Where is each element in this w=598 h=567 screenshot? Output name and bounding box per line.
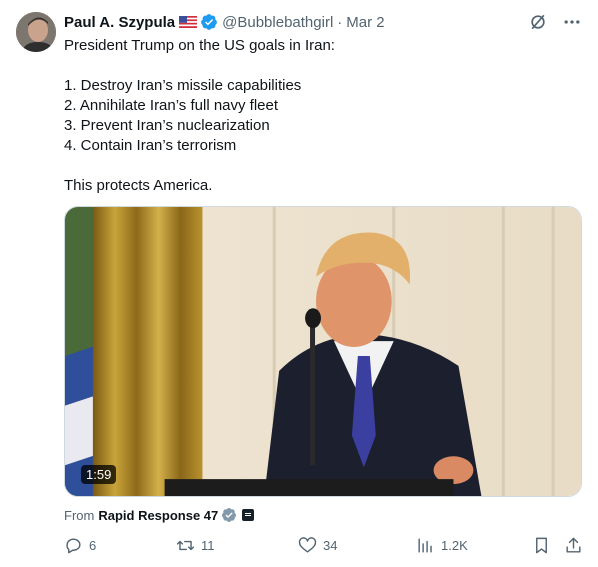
- verified-badge-icon: [222, 508, 237, 522]
- video-player[interactable]: 1:59: [64, 206, 582, 497]
- tweet-line: This protects America.: [64, 177, 213, 194]
- like-button[interactable]: 34: [298, 534, 337, 556]
- source-name[interactable]: Rapid Response 47: [98, 508, 218, 523]
- tweet-line: 3. Prevent Iran’s nuclearization: [64, 117, 270, 134]
- tweet-header: Paul A. Szypula @Bubblebathgirl · Mar 2: [64, 12, 582, 32]
- affiliate-badge-icon: [242, 509, 255, 521]
- bookmark-button[interactable]: [532, 534, 551, 556]
- tweet-date[interactable]: Mar 2: [346, 14, 384, 31]
- share-button[interactable]: [564, 534, 583, 556]
- avatar-image: [16, 12, 56, 52]
- author-handle[interactable]: @Bubblebathgirl: [222, 14, 333, 31]
- us-flag-icon: [179, 16, 198, 28]
- reply-button[interactable]: 6: [64, 534, 96, 556]
- views-icon: [418, 537, 432, 553]
- separator-dot: ·: [337, 13, 343, 31]
- view-count: 1.2K: [441, 537, 468, 553]
- tweet-text: President Trump on the US goals in Iran:…: [64, 36, 574, 196]
- author-name[interactable]: Paul A. Szypula: [64, 14, 175, 31]
- tweet-line: President Trump on the US goals in Iran:: [64, 37, 335, 54]
- source-prefix: From: [64, 507, 95, 523]
- views-button[interactable]: 1.2K: [416, 534, 468, 556]
- heart-icon: [298, 536, 317, 553]
- retweet-icon: [176, 540, 195, 550]
- tweet-line: 2. Annihilate Iran’s full navy fleet: [64, 97, 279, 114]
- grok-icon[interactable]: [528, 12, 548, 32]
- share-icon: [566, 537, 581, 553]
- verified-badge-icon[interactable]: [200, 13, 218, 31]
- video-duration: 1:59: [81, 465, 117, 484]
- tweet-actions: 6 11 34 1.2K: [64, 534, 582, 556]
- reply-icon: [66, 537, 81, 553]
- bookmark-icon: [536, 537, 547, 553]
- tweet-line: 1. Destroy Iran’s missile capabilities: [64, 77, 302, 94]
- repost-button[interactable]: 11: [176, 534, 215, 556]
- tweet-line: 4. Contain Iran’s terrorism: [64, 137, 237, 154]
- like-count: 34: [323, 537, 338, 553]
- media-source: From Rapid Response 47: [64, 506, 255, 524]
- avatar[interactable]: [16, 12, 56, 52]
- more-icon[interactable]: [562, 12, 582, 32]
- reply-count: 6: [89, 537, 97, 553]
- video-thumbnail: [65, 207, 581, 496]
- repost-count: 11: [201, 537, 215, 553]
